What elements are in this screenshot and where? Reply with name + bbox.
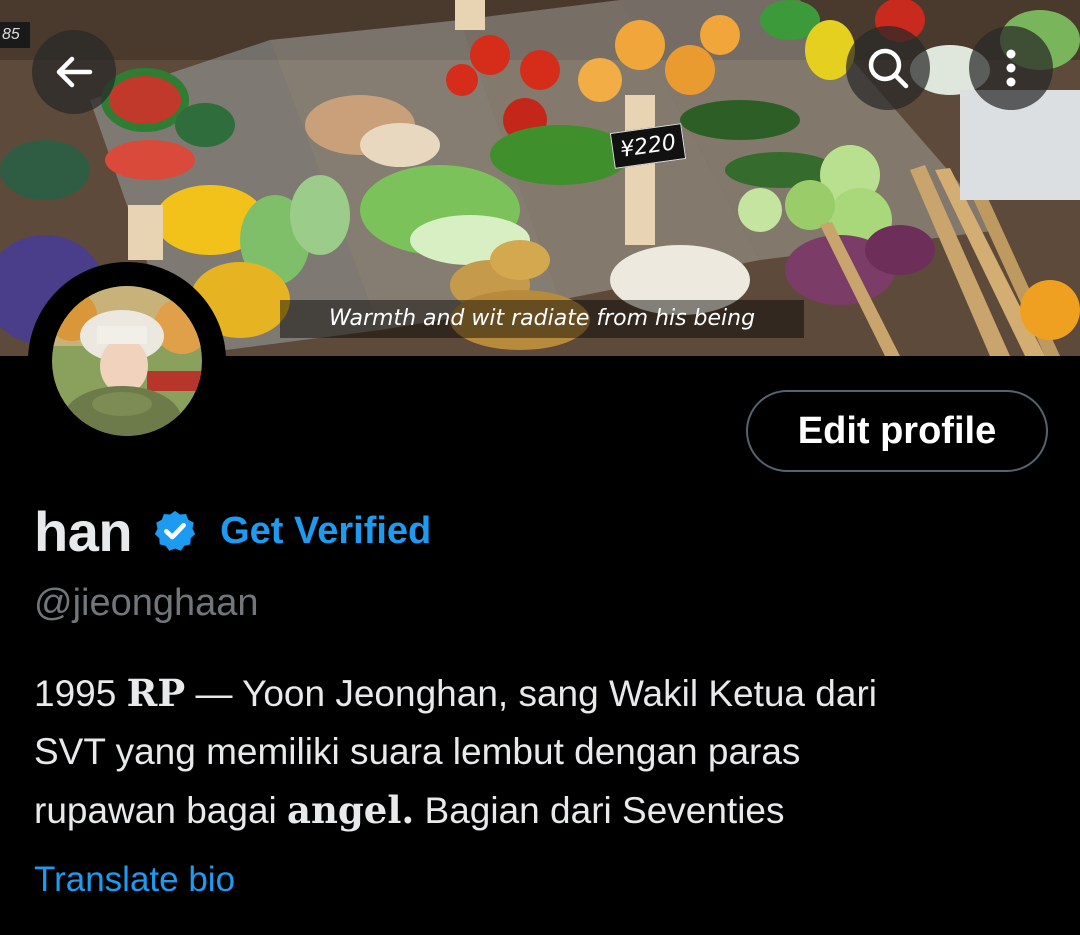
more-options-button[interactable] xyxy=(969,26,1053,110)
avatar[interactable] xyxy=(28,262,226,460)
get-verified-link[interactable]: Get Verified xyxy=(220,510,431,553)
avatar-image xyxy=(52,286,202,436)
bio-line-2: SVT yang memiliki suara lembut dengan pa… xyxy=(34,731,801,772)
name-row: han Get Verified xyxy=(34,496,431,566)
bio-line-3-prefix: rupawan bagai xyxy=(34,790,288,831)
bio-line-1: 1995 RP — Yoon Jeonghan, sang Wakil Ketu… xyxy=(34,664,1044,723)
banner-caption: Warmth and wit radiate from his being xyxy=(280,300,804,338)
search-button[interactable] xyxy=(846,26,930,110)
more-vertical-icon xyxy=(1006,49,1016,87)
bio-line-3: rupawan bagai angel. Bagian dari Seventi… xyxy=(34,781,1044,840)
banner-corner-tag: 85 xyxy=(0,22,30,48)
back-button[interactable] xyxy=(32,30,116,114)
bio-year: 1995 xyxy=(34,673,127,714)
edit-profile-button[interactable]: Edit profile xyxy=(746,390,1048,472)
arrow-left-icon xyxy=(56,56,93,88)
bio-angel: angel. xyxy=(287,788,415,832)
bio-line-1-text: — Yoon Jeonghan, sang Wakil Ketua dari xyxy=(185,673,877,714)
user-handle: @jieonghaan xyxy=(34,582,259,624)
bio-rp: RP xyxy=(126,671,186,715)
bio-line-3-suffix: Bagian dari Seventies xyxy=(414,790,785,831)
verified-badge-icon[interactable] xyxy=(152,508,198,554)
search-icon xyxy=(868,48,909,89)
display-name: han xyxy=(34,499,133,563)
translate-bio-link[interactable]: Translate bio xyxy=(34,860,235,900)
profile-bio: 1995 RP — Yoon Jeonghan, sang Wakil Ketu… xyxy=(34,664,1044,840)
